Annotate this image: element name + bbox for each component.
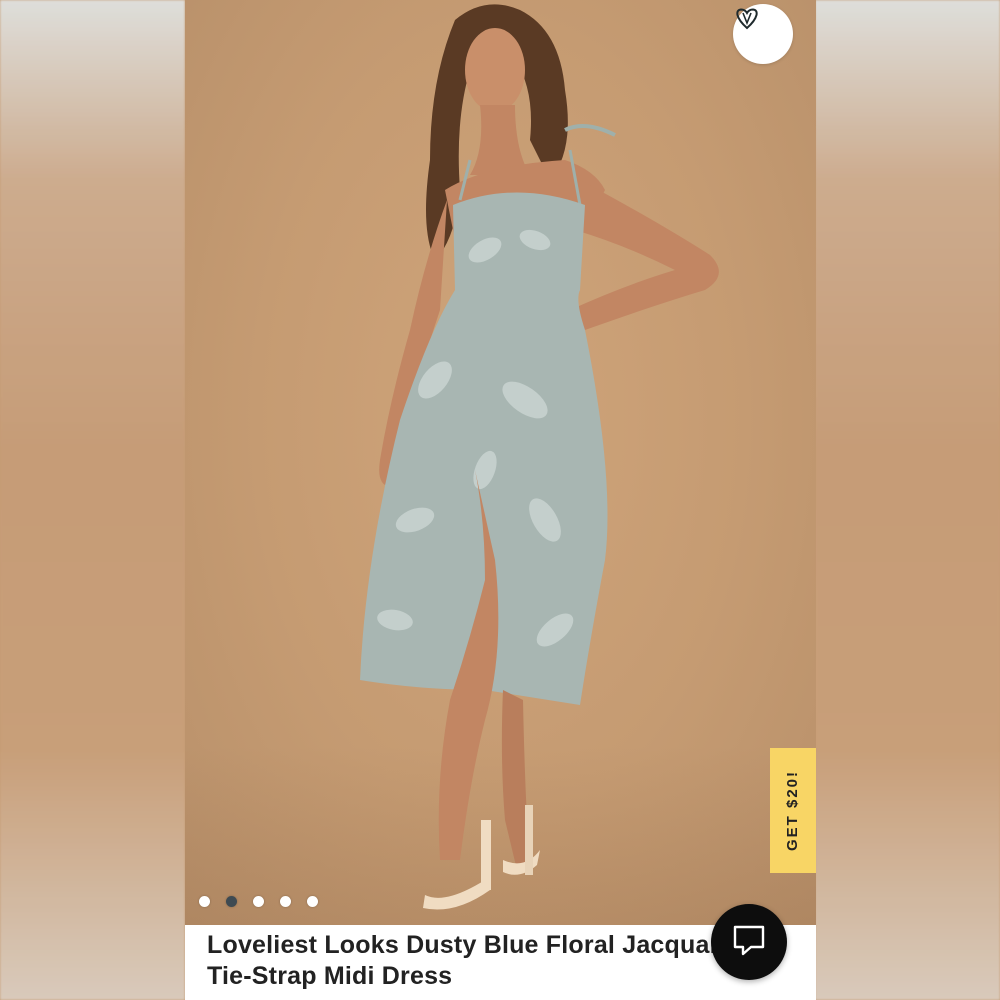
- blurred-background-left: [0, 0, 185, 1000]
- carousel-dot-active[interactable]: [226, 896, 237, 907]
- carousel-dot[interactable]: [307, 896, 318, 907]
- chat-button[interactable]: [711, 904, 787, 980]
- blurred-background-right: [815, 0, 1000, 1000]
- model-illustration: [360, 4, 719, 910]
- favorite-button[interactable]: [733, 4, 793, 64]
- carousel-dot[interactable]: [253, 896, 264, 907]
- product-view: GET $20! Loveliest Looks Dusty Blue Flor…: [185, 0, 816, 1000]
- promo-tab[interactable]: GET $20!: [770, 748, 816, 873]
- carousel-dot[interactable]: [199, 896, 210, 907]
- promo-label: GET $20!: [784, 769, 802, 852]
- product-image[interactable]: GET $20!: [185, 0, 816, 925]
- chat-bubble-icon: [731, 923, 767, 962]
- carousel-dot[interactable]: [280, 896, 291, 907]
- image-carousel-indicator: [199, 896, 318, 907]
